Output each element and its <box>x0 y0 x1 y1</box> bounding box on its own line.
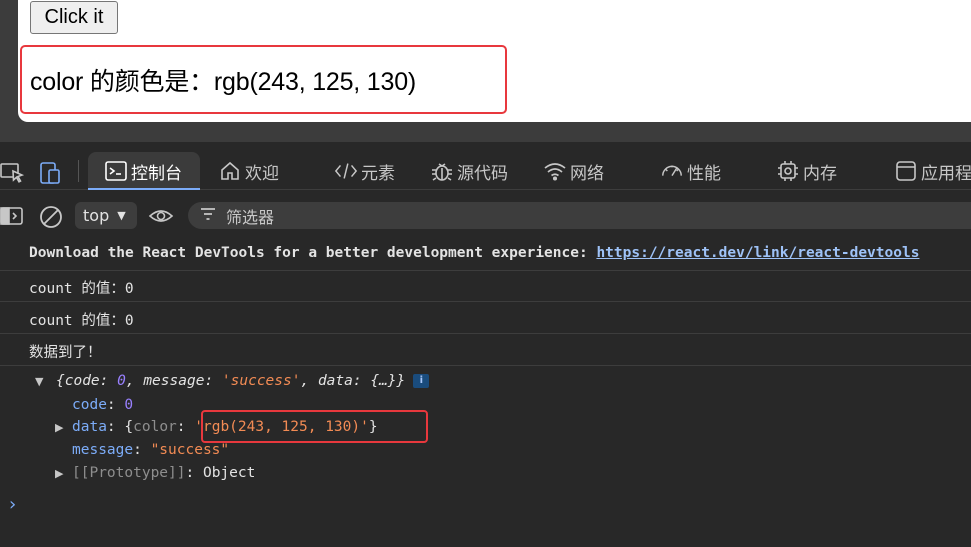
inspect-element-icon[interactable] <box>0 162 26 190</box>
log-text: count 的值：0 <box>29 281 134 297</box>
highlight-box-console <box>201 410 428 443</box>
filter-input[interactable]: 筛选器 <box>188 202 971 229</box>
tab-performance[interactable]: 性能 <box>660 152 721 190</box>
prop-message: message: "success" <box>72 442 230 458</box>
clear-console-icon[interactable] <box>38 204 64 234</box>
log-text: count 的值：0 <box>29 313 134 329</box>
tab-label: 元素 <box>361 163 395 184</box>
context-label: top <box>83 206 110 225</box>
color-output-text: color 的颜色是：rgb(243, 125, 130) <box>30 68 417 96</box>
console-message-react: Download the React DevTools for a better… <box>0 238 971 271</box>
context-selector[interactable]: top ▼ <box>75 202 137 229</box>
log-text: 数据到了！ <box>29 345 102 361</box>
sidebar-toggle-icon[interactable] <box>0 206 24 230</box>
wifi-icon <box>543 159 567 183</box>
tab-label: 性能 <box>687 163 721 184</box>
console-prompt-icon[interactable]: › <box>9 494 16 515</box>
tab-welcome[interactable]: 欢迎 <box>218 152 279 190</box>
tab-memory[interactable]: 内存 <box>776 152 837 190</box>
object-summary[interactable]: {code: 0, message: 'success', data: {…}}… <box>56 373 430 389</box>
app-icon <box>894 159 918 183</box>
console-log-row: count 的值：0 <box>0 271 971 302</box>
info-badge-icon[interactable]: i <box>413 374 430 388</box>
prop-prototype[interactable]: [[Prototype]]: Object <box>72 465 255 481</box>
tab-label: 控制台 <box>131 163 182 184</box>
expand-triangle-closed-icon[interactable]: ▶ <box>55 421 63 434</box>
tab-label: 网络 <box>570 163 604 184</box>
react-devtools-text: Download the React DevTools for a better… <box>29 245 920 261</box>
tab-elements[interactable]: 元素 <box>334 152 395 190</box>
tab-label: 应用程 <box>921 163 971 184</box>
home-icon <box>218 159 242 183</box>
console-log-row: count 的值：0 <box>0 302 971 334</box>
tab-network[interactable]: 网络 <box>543 152 604 190</box>
chip-icon <box>776 159 800 183</box>
elements-icon <box>334 159 358 183</box>
filter-placeholder: 筛选器 <box>226 207 275 227</box>
console-icon <box>104 159 128 183</box>
bug-icon <box>430 159 454 183</box>
tab-console[interactable]: 控制台 <box>88 152 200 190</box>
expand-triangle-open-icon[interactable]: ▼ <box>35 375 43 388</box>
tab-separator <box>78 160 79 182</box>
expand-triangle-closed-icon[interactable]: ▶ <box>55 467 63 480</box>
tab-label: 欢迎 <box>245 163 279 184</box>
tab-label: 内存 <box>803 163 837 184</box>
tab-label: 源代码 <box>457 163 508 184</box>
click-it-button[interactable]: Click it <box>30 1 118 34</box>
tab-sources[interactable]: 源代码 <box>430 152 508 190</box>
react-devtools-link[interactable]: https://react.dev/link/react-devtools <box>596 245 919 261</box>
gauge-icon <box>660 159 684 183</box>
prop-code: code: 0 <box>72 397 134 413</box>
console-log-row: 数据到了！ <box>0 334 971 366</box>
caret-down-icon: ▼ <box>117 209 126 222</box>
tab-application[interactable]: 应用程 <box>894 152 971 190</box>
device-toolbar-icon[interactable] <box>38 162 64 190</box>
filter-icon <box>200 206 216 225</box>
live-expression-eye-icon[interactable] <box>148 207 174 229</box>
